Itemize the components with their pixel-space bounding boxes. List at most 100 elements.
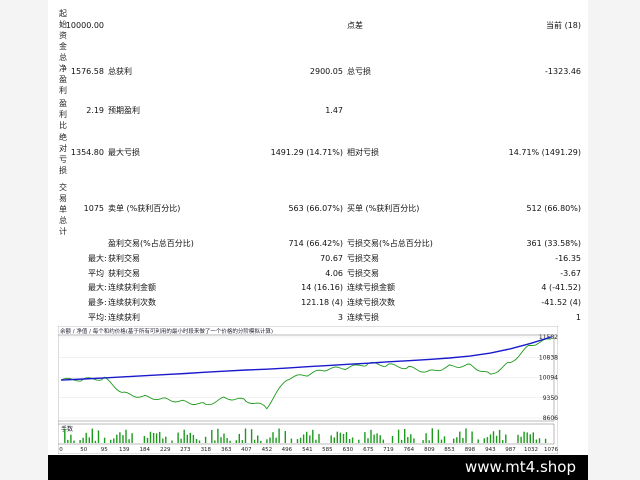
section-label: 盈利比 xyxy=(59,99,67,130)
row-label: 相对亏损 xyxy=(347,148,379,157)
volume-bar xyxy=(116,434,118,443)
detail-prefix: 平均 xyxy=(88,268,104,278)
volume-bar xyxy=(253,439,256,443)
volume-bar xyxy=(523,431,525,443)
row-value: 10000.00 xyxy=(65,21,104,30)
section-label: 绝对亏损 xyxy=(59,133,67,175)
volume-bar xyxy=(477,439,479,443)
volume-bar xyxy=(223,433,225,443)
x-tick-label: 452 xyxy=(262,447,273,453)
volume-bar xyxy=(152,433,155,443)
volume-bar xyxy=(149,431,152,443)
row-label: 总获利 xyxy=(108,67,132,76)
row-value: 1576.58 xyxy=(70,67,104,76)
x-tick-label: 318 xyxy=(201,447,212,453)
x-tick-label: 1032 xyxy=(524,447,538,453)
volume-bar xyxy=(339,432,342,443)
x-tick-label: 853 xyxy=(444,447,455,453)
volume-bar xyxy=(94,440,97,443)
volume-bar xyxy=(183,429,185,443)
row-value: 2900.05 xyxy=(309,67,343,76)
volume-bar xyxy=(440,439,443,443)
x-tick-label: 943 xyxy=(485,447,496,453)
volume-bar xyxy=(532,432,534,443)
volume-bar xyxy=(162,438,164,443)
volume-bar xyxy=(159,431,161,443)
volume-bar xyxy=(272,432,274,443)
volume-bar xyxy=(397,429,400,443)
detail-label: 连续亏损 xyxy=(347,313,379,322)
volume-bar xyxy=(400,440,403,443)
volume-bar xyxy=(351,437,354,443)
row-value: 1354.80 xyxy=(70,148,104,157)
volume-bar xyxy=(299,437,302,443)
volume-bar xyxy=(492,431,495,443)
detail-value: 4.06 xyxy=(325,268,343,278)
volume-bar xyxy=(198,440,201,443)
detail-label: 亏损交易 xyxy=(347,268,379,278)
volume-bar xyxy=(238,433,240,443)
row-value: 1075 xyxy=(83,204,104,213)
row-label: 最大亏损 xyxy=(108,148,140,157)
volume-bar xyxy=(431,428,433,443)
y-tick-label: 8606 xyxy=(543,415,558,422)
volume-bar xyxy=(486,437,489,443)
detail-label: 获利交易 xyxy=(108,253,140,263)
volume-bar xyxy=(462,438,464,443)
x-tick-label: 0 xyxy=(59,447,63,453)
volume-bar xyxy=(422,440,424,443)
volume-bar xyxy=(367,438,369,443)
volume-bar xyxy=(269,437,271,443)
volume-bar xyxy=(171,440,173,443)
volume-bar xyxy=(275,437,277,443)
volume-bar xyxy=(483,438,485,443)
section-label: 交易单总计 xyxy=(59,183,67,236)
volume-bar xyxy=(119,432,121,443)
row-value: 512 (66.80%) xyxy=(526,204,581,213)
volume-bar xyxy=(266,439,268,443)
volume-bar xyxy=(103,437,106,443)
volume-bar xyxy=(535,439,538,443)
x-tick-label: 139 xyxy=(119,447,130,453)
x-tick-label: 496 xyxy=(282,447,293,453)
volume-bar xyxy=(410,434,412,443)
volume-bar xyxy=(391,436,394,443)
row-label: 总亏损 xyxy=(347,67,371,76)
volume-bar xyxy=(544,438,547,443)
volume-bar xyxy=(143,436,146,443)
row-value: 2.19 xyxy=(86,106,104,115)
volume-bar xyxy=(67,439,69,443)
detail-label: 连续获利 xyxy=(108,313,140,322)
detail-label: 亏损交易(%占总百分比) xyxy=(347,239,433,248)
row-label: 点差 xyxy=(347,21,363,30)
volume-bar xyxy=(428,440,430,443)
y-tick-label: 10838 xyxy=(539,354,558,361)
detail-value: 70.67 xyxy=(320,253,343,263)
volume-bar xyxy=(520,436,522,443)
site-url[interactable]: www.mt4.shop xyxy=(465,455,576,480)
volume-bar xyxy=(186,434,188,443)
volume-label: 手数 xyxy=(61,425,73,433)
volume-bar xyxy=(443,436,446,443)
row-label: 买单 (%获利百分比) xyxy=(347,204,420,213)
row-value: -1323.46 xyxy=(545,67,581,76)
volume-bar xyxy=(505,434,507,443)
volume-bar xyxy=(379,435,381,443)
row-value: 当前 (18) xyxy=(546,21,581,30)
detail-value: 4 (-41.52) xyxy=(541,283,581,293)
volume-bar xyxy=(425,433,427,443)
volume-bar xyxy=(345,432,348,443)
row-value: 1.47 xyxy=(325,106,343,115)
volume-bar xyxy=(125,429,127,443)
volume-bar xyxy=(257,435,259,443)
volume-bar xyxy=(146,437,149,443)
detail-value: -41.52 (4) xyxy=(541,298,581,308)
volume-bar xyxy=(85,432,87,443)
x-tick-label: 273 xyxy=(180,447,191,453)
volume-bar xyxy=(342,433,345,443)
detail-prefix: 最大: xyxy=(88,283,107,293)
volume-bar xyxy=(284,431,286,443)
x-tick-label: 95 xyxy=(101,447,108,453)
volume-bar xyxy=(312,429,314,443)
volume-bar xyxy=(382,439,384,443)
